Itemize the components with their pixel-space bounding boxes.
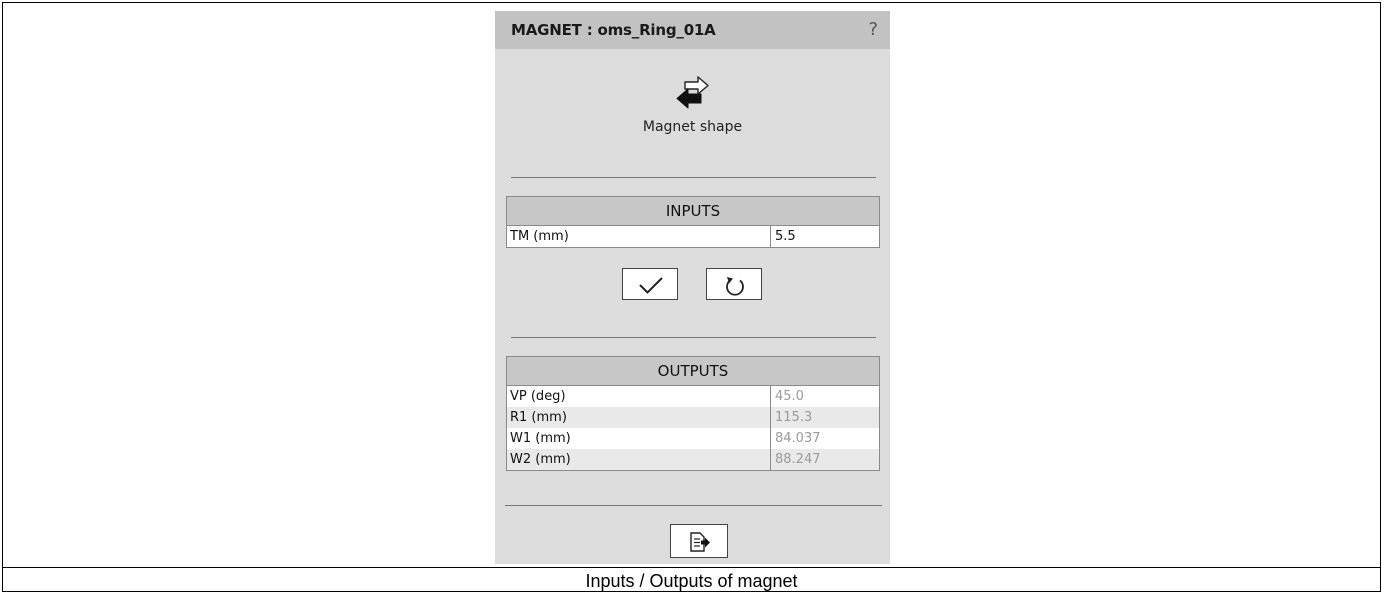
table-divider [3, 567, 1380, 568]
export-button[interactable] [670, 524, 728, 558]
separator [505, 505, 882, 506]
panel-title: MAGNET : oms_Ring_01A [511, 21, 716, 39]
output-row: VP (deg) 45.0 [507, 386, 879, 407]
figure-caption: Inputs / Outputs of magnet [585, 571, 798, 591]
input-row-tm: TM (mm) 5.5 [507, 226, 879, 247]
output-label: W2 (mm) [510, 452, 571, 467]
validate-button[interactable] [622, 268, 678, 300]
output-value: 115.3 [770, 407, 879, 428]
separator [511, 337, 876, 338]
inputs-header: INPUTS [507, 197, 879, 226]
output-label: W1 (mm) [510, 431, 571, 446]
checkmark-icon [639, 277, 663, 294]
separator [511, 177, 876, 178]
output-row: W2 (mm) 88.247 [507, 449, 879, 470]
output-value: 88.247 [770, 449, 879, 470]
output-label: R1 (mm) [510, 410, 567, 425]
reset-button[interactable] [706, 268, 762, 300]
output-value: 45.0 [770, 386, 879, 407]
outputs-header: OUTPUTS [507, 357, 879, 386]
export-document-icon [690, 532, 710, 552]
input-label: TM (mm) [510, 229, 569, 244]
output-label: VP (deg) [510, 389, 566, 404]
outputs-table: OUTPUTS VP (deg) 45.0 R1 (mm) 115.3 W1 (… [506, 356, 880, 471]
tm-input[interactable]: 5.5 [770, 226, 879, 247]
output-row: W1 (mm) 84.037 [507, 428, 879, 449]
magnet-panel: MAGNET : oms_Ring_01A ? Magnet shape INP… [495, 11, 890, 564]
inputs-table: INPUTS TM (mm) 5.5 [506, 196, 880, 248]
panel-header: MAGNET : oms_Ring_01A ? [495, 11, 890, 49]
help-button[interactable]: ? [868, 11, 878, 49]
swap-arrows-icon[interactable] [673, 75, 715, 111]
output-row: R1 (mm) 115.3 [507, 407, 879, 428]
refresh-icon [726, 277, 744, 296]
output-value: 84.037 [770, 428, 879, 449]
shape-label: Magnet shape [642, 119, 743, 135]
